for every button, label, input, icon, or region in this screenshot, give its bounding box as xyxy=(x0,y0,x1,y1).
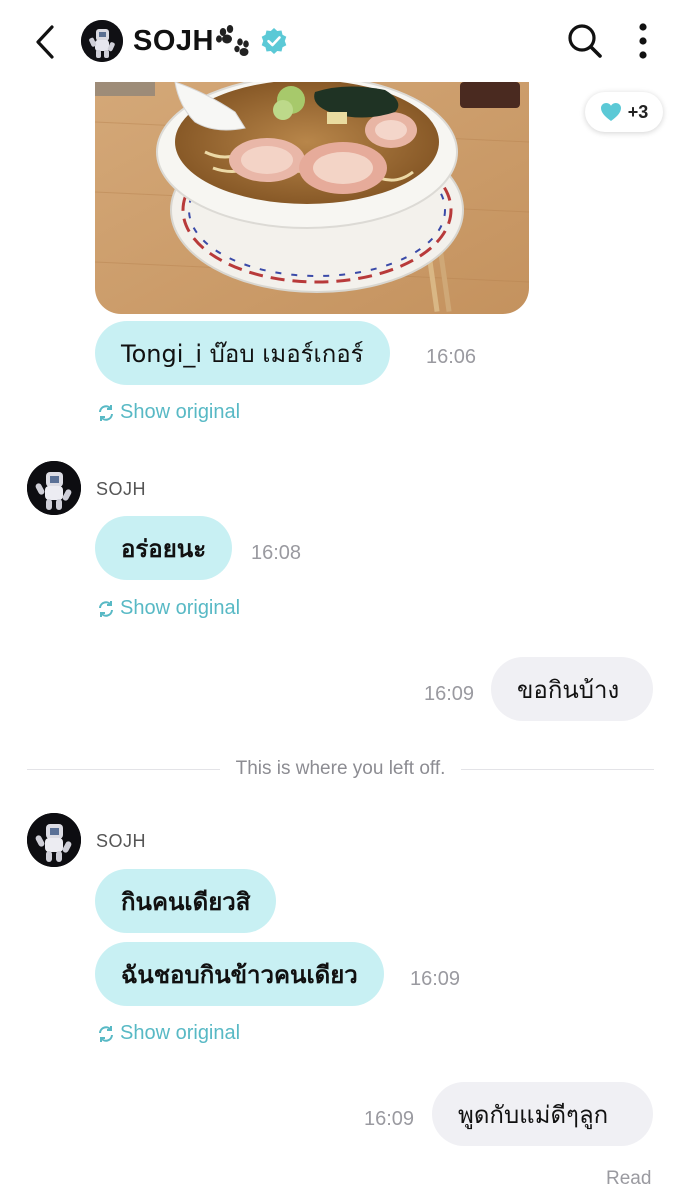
shared-photo[interactable] xyxy=(95,82,529,314)
paw-icon xyxy=(214,24,252,58)
message-time: 16:09 xyxy=(364,1108,415,1130)
message-bubble-incoming[interactable]: ฉันชอบกินข้าวคนเดียว xyxy=(95,942,384,1006)
message-bubble-incoming[interactable]: อร่อยนะ xyxy=(95,516,233,580)
show-original-link[interactable]: Show original xyxy=(96,1022,240,1045)
chat-title[interactable]: SOJH xyxy=(133,22,214,60)
chat-header: SOJH xyxy=(0,0,681,82)
divider-line xyxy=(27,768,220,770)
sender-avatar[interactable] xyxy=(27,461,81,515)
divider-line xyxy=(461,768,654,770)
sender-name: SOJH xyxy=(96,831,147,851)
message-text: อร่อยนะ xyxy=(121,534,207,563)
heart-icon xyxy=(600,103,621,121)
reaction-count: +3 xyxy=(627,101,649,122)
reaction-summary[interactable]: +3 xyxy=(585,92,663,132)
message-bubble-outgoing[interactable]: พูดกับแม่ดีๆลูก xyxy=(432,1082,653,1146)
message-time: 16:09 xyxy=(410,968,461,990)
message-bubble-outgoing[interactable]: ขอกินบ้าง xyxy=(491,657,653,721)
divider-label: This is where you left off. xyxy=(235,758,446,779)
message-text: ขอกินบ้าง xyxy=(517,675,620,704)
translate-refresh-icon xyxy=(99,600,113,617)
message-time: 16:09 xyxy=(424,683,475,705)
header-avatar[interactable] xyxy=(81,20,123,62)
message-text: ฉันชอบกินข้าวคนเดียว xyxy=(121,960,358,989)
message-time: 16:08 xyxy=(251,542,302,564)
search-icon xyxy=(568,24,602,58)
message-text: กินคนเดียวสิ xyxy=(121,887,251,916)
sender-name: SOJH xyxy=(96,479,147,499)
back-button[interactable] xyxy=(30,22,64,62)
message-text: Tongi_i บ๊อบ เมอร์เกอร์ xyxy=(121,339,364,368)
search-button[interactable] xyxy=(566,22,604,60)
show-original-link[interactable]: Show original xyxy=(96,597,240,620)
unread-divider: This is where you left off. xyxy=(27,754,654,784)
more-options-button[interactable] xyxy=(632,22,654,60)
show-original-link[interactable]: Show original xyxy=(96,401,240,424)
more-vertical-icon xyxy=(639,23,647,59)
translate-refresh-icon xyxy=(99,1025,113,1042)
verified-badge-icon xyxy=(260,27,288,55)
message-time: 16:06 xyxy=(426,346,477,368)
message-bubble-incoming[interactable]: กินคนเดียวสิ xyxy=(95,869,277,933)
translate-refresh-icon xyxy=(99,404,113,421)
message-bubble-incoming[interactable]: Tongi_i บ๊อบ เมอร์เกอร์ xyxy=(95,321,390,385)
read-receipt: Read xyxy=(606,1168,652,1189)
message-text: พูดกับแม่ดีๆลูก xyxy=(458,1100,609,1129)
chevron-left-icon xyxy=(36,25,54,59)
sender-avatar[interactable] xyxy=(27,813,81,867)
